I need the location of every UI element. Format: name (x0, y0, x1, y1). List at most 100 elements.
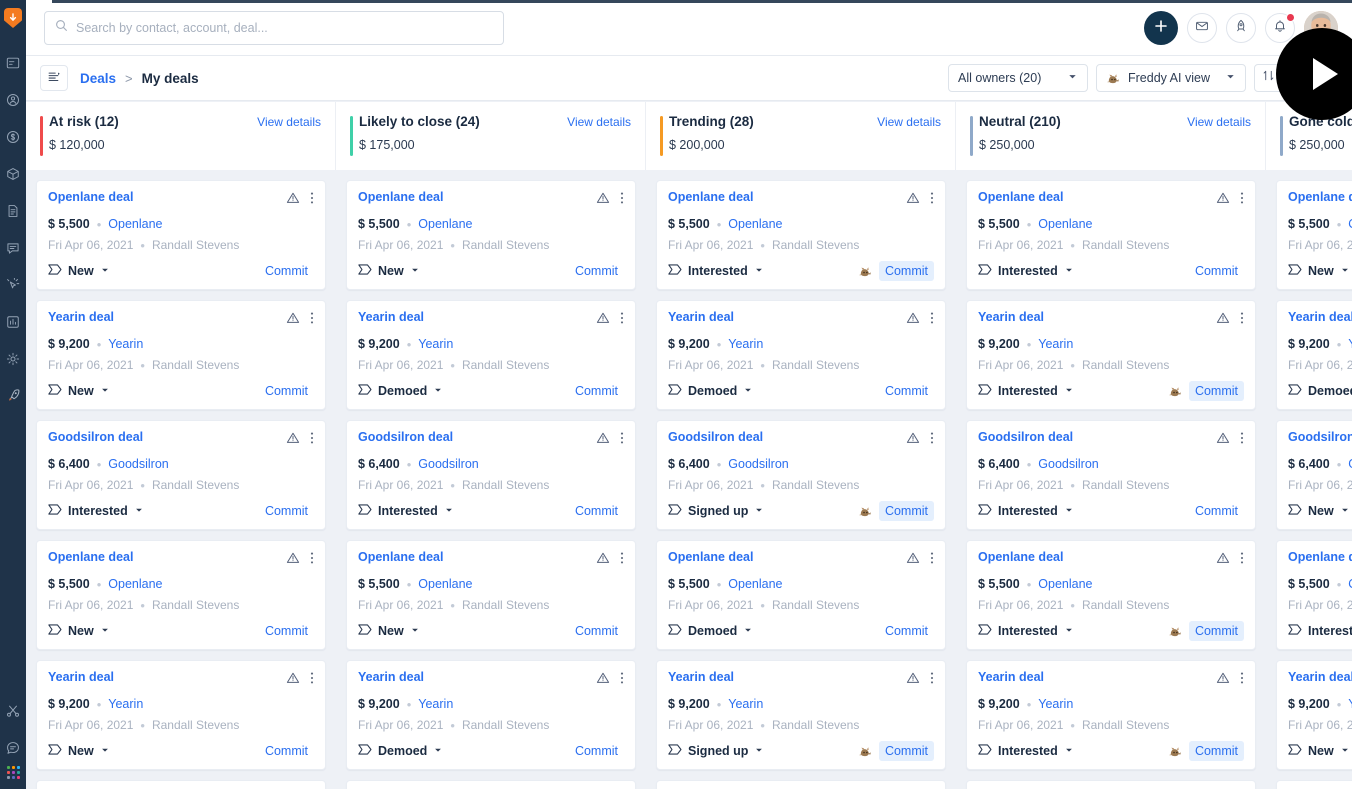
deal-account[interactable]: Goodsilron (108, 457, 168, 471)
deal-account[interactable]: Goodsilron (728, 457, 788, 471)
deal-stage-select[interactable]: Interested (978, 504, 1074, 518)
view-details-link[interactable]: View details (1187, 114, 1251, 129)
kebab-menu-icon[interactable] (620, 191, 624, 210)
deal-card[interactable]: Goodsilron deal $ 6,400 • Goodsilron Fri… (656, 780, 946, 789)
warning-icon[interactable] (596, 551, 610, 570)
deal-title[interactable]: Yearin deal (1288, 310, 1352, 324)
deal-account[interactable]: Openlane (418, 577, 472, 591)
deal-stage-select[interactable]: New (1288, 744, 1350, 758)
deal-card[interactable]: Yearin deal $ 9,200 • Yearin Fri Apr 06,… (966, 660, 1256, 770)
deal-card[interactable]: Openlane deal $ 5,500 • Openlane Fri Apr… (36, 540, 326, 650)
contacts-icon[interactable] (0, 81, 26, 118)
deal-card[interactable]: Openlane deal $ 5,500 • Openlane Fri Apr… (346, 540, 636, 650)
kebab-menu-icon[interactable] (310, 671, 314, 690)
commit-button[interactable]: Commit (878, 261, 934, 281)
deal-card[interactable]: Openlane deal $ 5,500 • Openlane Fri Apr… (36, 180, 326, 290)
deal-title[interactable]: Goodsilron deal (48, 430, 143, 444)
commit-button[interactable]: Commit (569, 381, 624, 401)
deal-account[interactable]: Yearin (1038, 337, 1073, 351)
deal-account[interactable]: Openlane (418, 217, 472, 231)
deal-stage-select[interactable]: Demoed (358, 744, 443, 758)
deal-stage-select[interactable]: Interested (978, 384, 1074, 398)
deal-card[interactable]: Goodsilron deal $ 6,400 • Goodsilron Fri… (36, 780, 326, 789)
documents-icon[interactable] (0, 192, 26, 229)
kebab-menu-icon[interactable] (930, 431, 934, 450)
deal-stage-select[interactable]: New (48, 384, 110, 398)
warning-icon[interactable] (286, 671, 300, 690)
kebab-menu-icon[interactable] (930, 671, 934, 690)
deal-card[interactable]: Yearin deal $ 9,200 • Yearin Fri Apr 06,… (36, 300, 326, 410)
rocket-icon[interactable] (0, 377, 26, 414)
deal-card[interactable]: Goodsilron deal $ 6,400 • Goodsilron Fri… (656, 420, 946, 530)
search-box[interactable] (44, 10, 504, 45)
warning-icon[interactable] (1216, 431, 1230, 450)
commit-button[interactable]: Commit (1189, 501, 1244, 521)
scissors-icon[interactable] (0, 692, 26, 729)
deal-stage-select[interactable]: New (358, 624, 420, 638)
deal-account[interactable]: Yearin (1038, 697, 1073, 711)
deal-account[interactable]: Openlane (728, 217, 782, 231)
warning-icon[interactable] (286, 431, 300, 450)
deal-account[interactable]: Yearin (108, 697, 143, 711)
kebab-menu-icon[interactable] (310, 551, 314, 570)
warning-icon[interactable] (286, 551, 300, 570)
deal-stage-select[interactable]: New (358, 264, 420, 278)
deal-account[interactable]: Goodsilron (1038, 457, 1098, 471)
commit-button[interactable]: Commit (569, 261, 624, 281)
commit-button[interactable]: Commit (879, 381, 934, 401)
deal-account[interactable]: Yearin (418, 697, 453, 711)
warning-icon[interactable] (596, 311, 610, 330)
mail-button[interactable] (1187, 12, 1217, 43)
warning-icon[interactable] (1216, 551, 1230, 570)
deal-title[interactable]: Yearin deal (358, 310, 424, 324)
commit-button[interactable]: Commit (569, 621, 624, 641)
warning-icon[interactable] (596, 191, 610, 210)
kebab-menu-icon[interactable] (1240, 311, 1244, 330)
warning-icon[interactable] (1216, 671, 1230, 690)
warning-icon[interactable] (906, 191, 920, 210)
deal-stage-select[interactable]: Interested (978, 264, 1074, 278)
kebab-menu-icon[interactable] (1240, 551, 1244, 570)
deal-account[interactable]: Yearin (418, 337, 453, 351)
deal-card[interactable]: Yearin deal $ 9,200 • Yearin Fri Apr 06,… (1276, 300, 1352, 410)
commit-button[interactable]: Commit (878, 501, 934, 521)
deal-stage-select[interactable]: Signed up (668, 744, 764, 758)
deal-card[interactable]: Openlane deal $ 5,500 • Openlane Fri Apr… (1276, 540, 1352, 650)
deal-title[interactable]: Openlane deal (668, 190, 753, 204)
deal-title[interactable]: Yearin deal (48, 310, 114, 324)
deals-board[interactable]: At risk (12) View details $ 120,000 Open… (26, 102, 1352, 789)
warning-icon[interactable] (596, 671, 610, 690)
deal-title[interactable]: Yearin deal (978, 310, 1044, 324)
notifications-button[interactable] (1265, 12, 1295, 43)
rocket-button[interactable] (1226, 12, 1256, 43)
deal-account[interactable]: Openlane (1348, 217, 1352, 231)
warning-icon[interactable] (906, 551, 920, 570)
kebab-menu-icon[interactable] (310, 431, 314, 450)
deal-account[interactable]: Yearin (728, 697, 763, 711)
commit-button[interactable]: Commit (259, 501, 314, 521)
deal-card[interactable]: Openlane deal $ 5,500 • Openlane Fri Apr… (346, 180, 636, 290)
owners-filter-select[interactable]: All owners (20) (948, 64, 1088, 92)
kebab-menu-icon[interactable] (310, 191, 314, 210)
deal-title[interactable]: Openlane deal (668, 550, 753, 564)
chat-bubble-icon[interactable] (0, 729, 26, 766)
automation-icon[interactable] (0, 266, 26, 303)
warning-icon[interactable] (1216, 191, 1230, 210)
deal-title[interactable]: Goodsilron deal (358, 430, 453, 444)
deal-card[interactable]: Openlane deal $ 5,500 • Openlane Fri Apr… (656, 540, 946, 650)
deal-card[interactable]: Yearin deal $ 9,200 • Yearin Fri Apr 06,… (1276, 660, 1352, 770)
deal-account[interactable]: Yearin (1348, 337, 1352, 351)
deal-title[interactable]: Openlane deal (978, 190, 1063, 204)
deal-card[interactable]: Goodsilron deal $ 6,400 • Goodsilron Fri… (966, 780, 1256, 789)
deal-title[interactable]: Openlane deal (358, 190, 443, 204)
kebab-menu-icon[interactable] (930, 191, 934, 210)
deal-stage-select[interactable]: Demoed (668, 624, 753, 638)
deal-account[interactable]: Openlane (1038, 217, 1092, 231)
deal-title[interactable]: Openlane deal (1288, 550, 1352, 564)
commit-button[interactable]: Commit (1189, 261, 1244, 281)
deal-account[interactable]: Openlane (108, 577, 162, 591)
deal-card[interactable]: Goodsilron deal $ 6,400 • Goodsilron Fri… (36, 420, 326, 530)
deal-card[interactable]: Openlane deal $ 5,500 • Openlane Fri Apr… (966, 180, 1256, 290)
deal-account[interactable]: Yearin (1348, 697, 1352, 711)
kebab-menu-icon[interactable] (1240, 431, 1244, 450)
